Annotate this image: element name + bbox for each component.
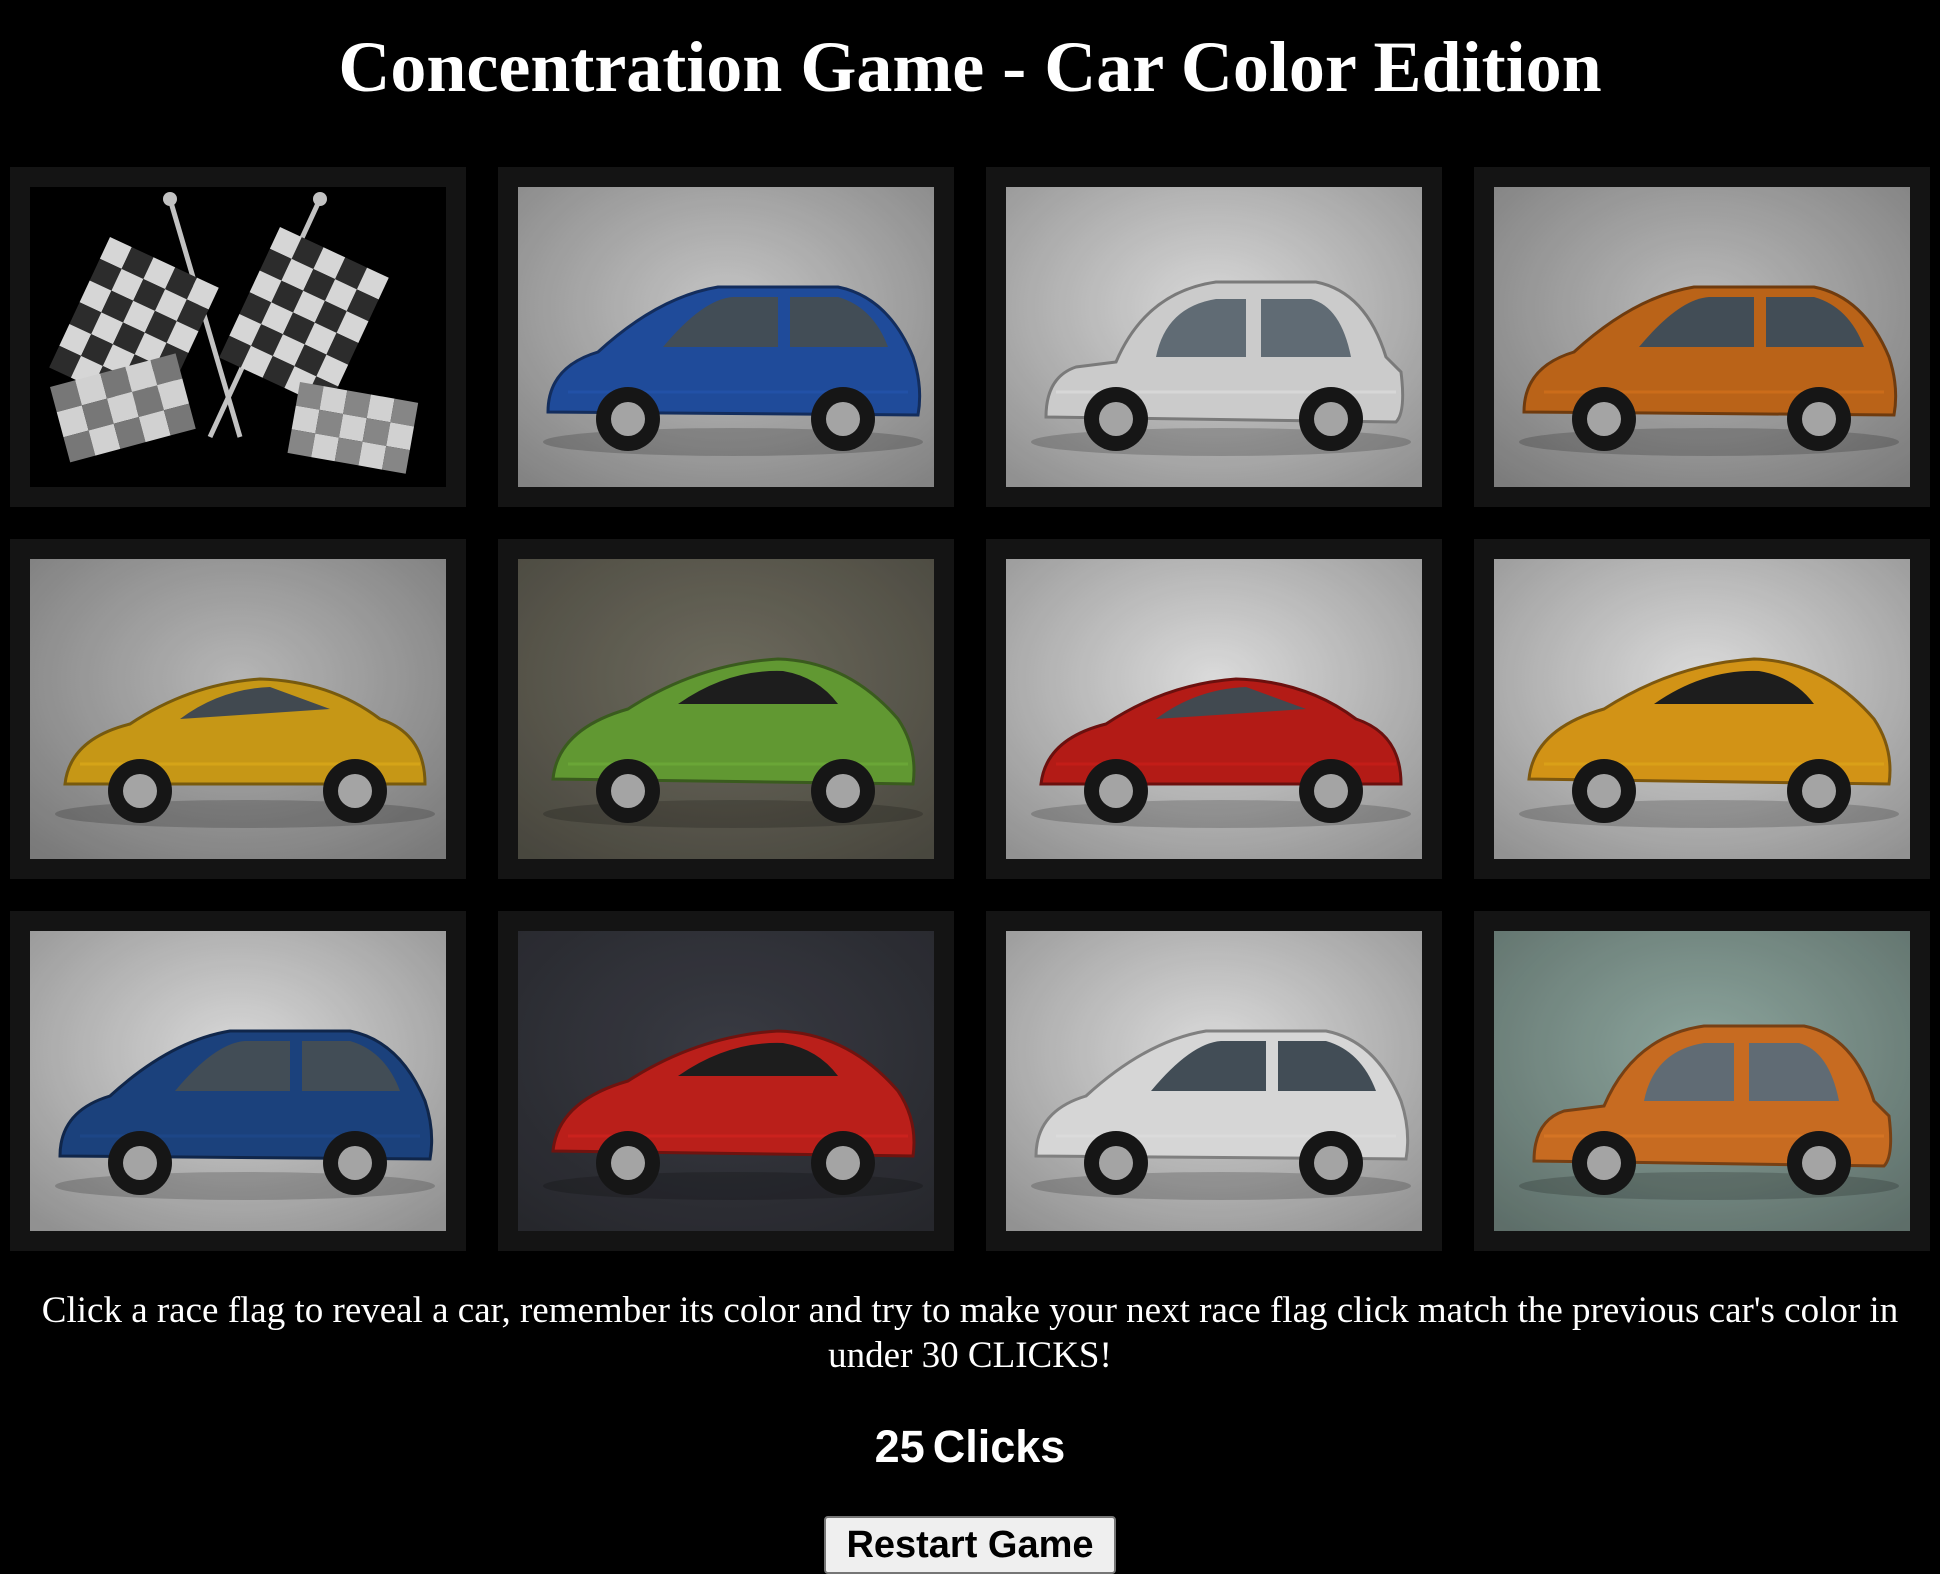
car-image	[1006, 187, 1422, 487]
game-card[interactable]	[498, 539, 954, 879]
game-card[interactable]	[10, 167, 466, 507]
car-image	[30, 559, 446, 859]
car-image	[518, 931, 934, 1231]
card-board	[10, 167, 1940, 1251]
car-image	[518, 559, 934, 859]
game-card[interactable]	[10, 911, 466, 1251]
game-card[interactable]	[986, 167, 1442, 507]
game-card[interactable]	[1474, 167, 1930, 507]
car-image	[1006, 931, 1422, 1231]
game-card[interactable]	[10, 539, 466, 879]
click-count-label: Clicks	[932, 1421, 1066, 1472]
car-image	[1494, 559, 1910, 859]
game-card[interactable]	[498, 167, 954, 507]
car-image	[1494, 187, 1910, 487]
car-image	[518, 187, 934, 487]
game-card[interactable]	[986, 539, 1442, 879]
game-card[interactable]	[986, 911, 1442, 1251]
car-image	[30, 931, 446, 1231]
race-flag-icon	[30, 187, 446, 487]
game-card[interactable]	[1474, 539, 1930, 879]
restart-game-button[interactable]: Restart Game	[824, 1516, 1116, 1574]
car-image	[1494, 931, 1910, 1231]
page-title: Concentration Game - Car Color Edition	[338, 27, 1602, 107]
game-card[interactable]	[498, 911, 954, 1251]
game-card[interactable]	[1474, 911, 1930, 1251]
click-counter: 25 Clicks	[0, 1420, 1940, 1474]
click-count: 25	[874, 1421, 925, 1472]
instructions-text: Click a race flag to reveal a car, remem…	[41, 1290, 1899, 1376]
car-image	[1006, 559, 1422, 859]
